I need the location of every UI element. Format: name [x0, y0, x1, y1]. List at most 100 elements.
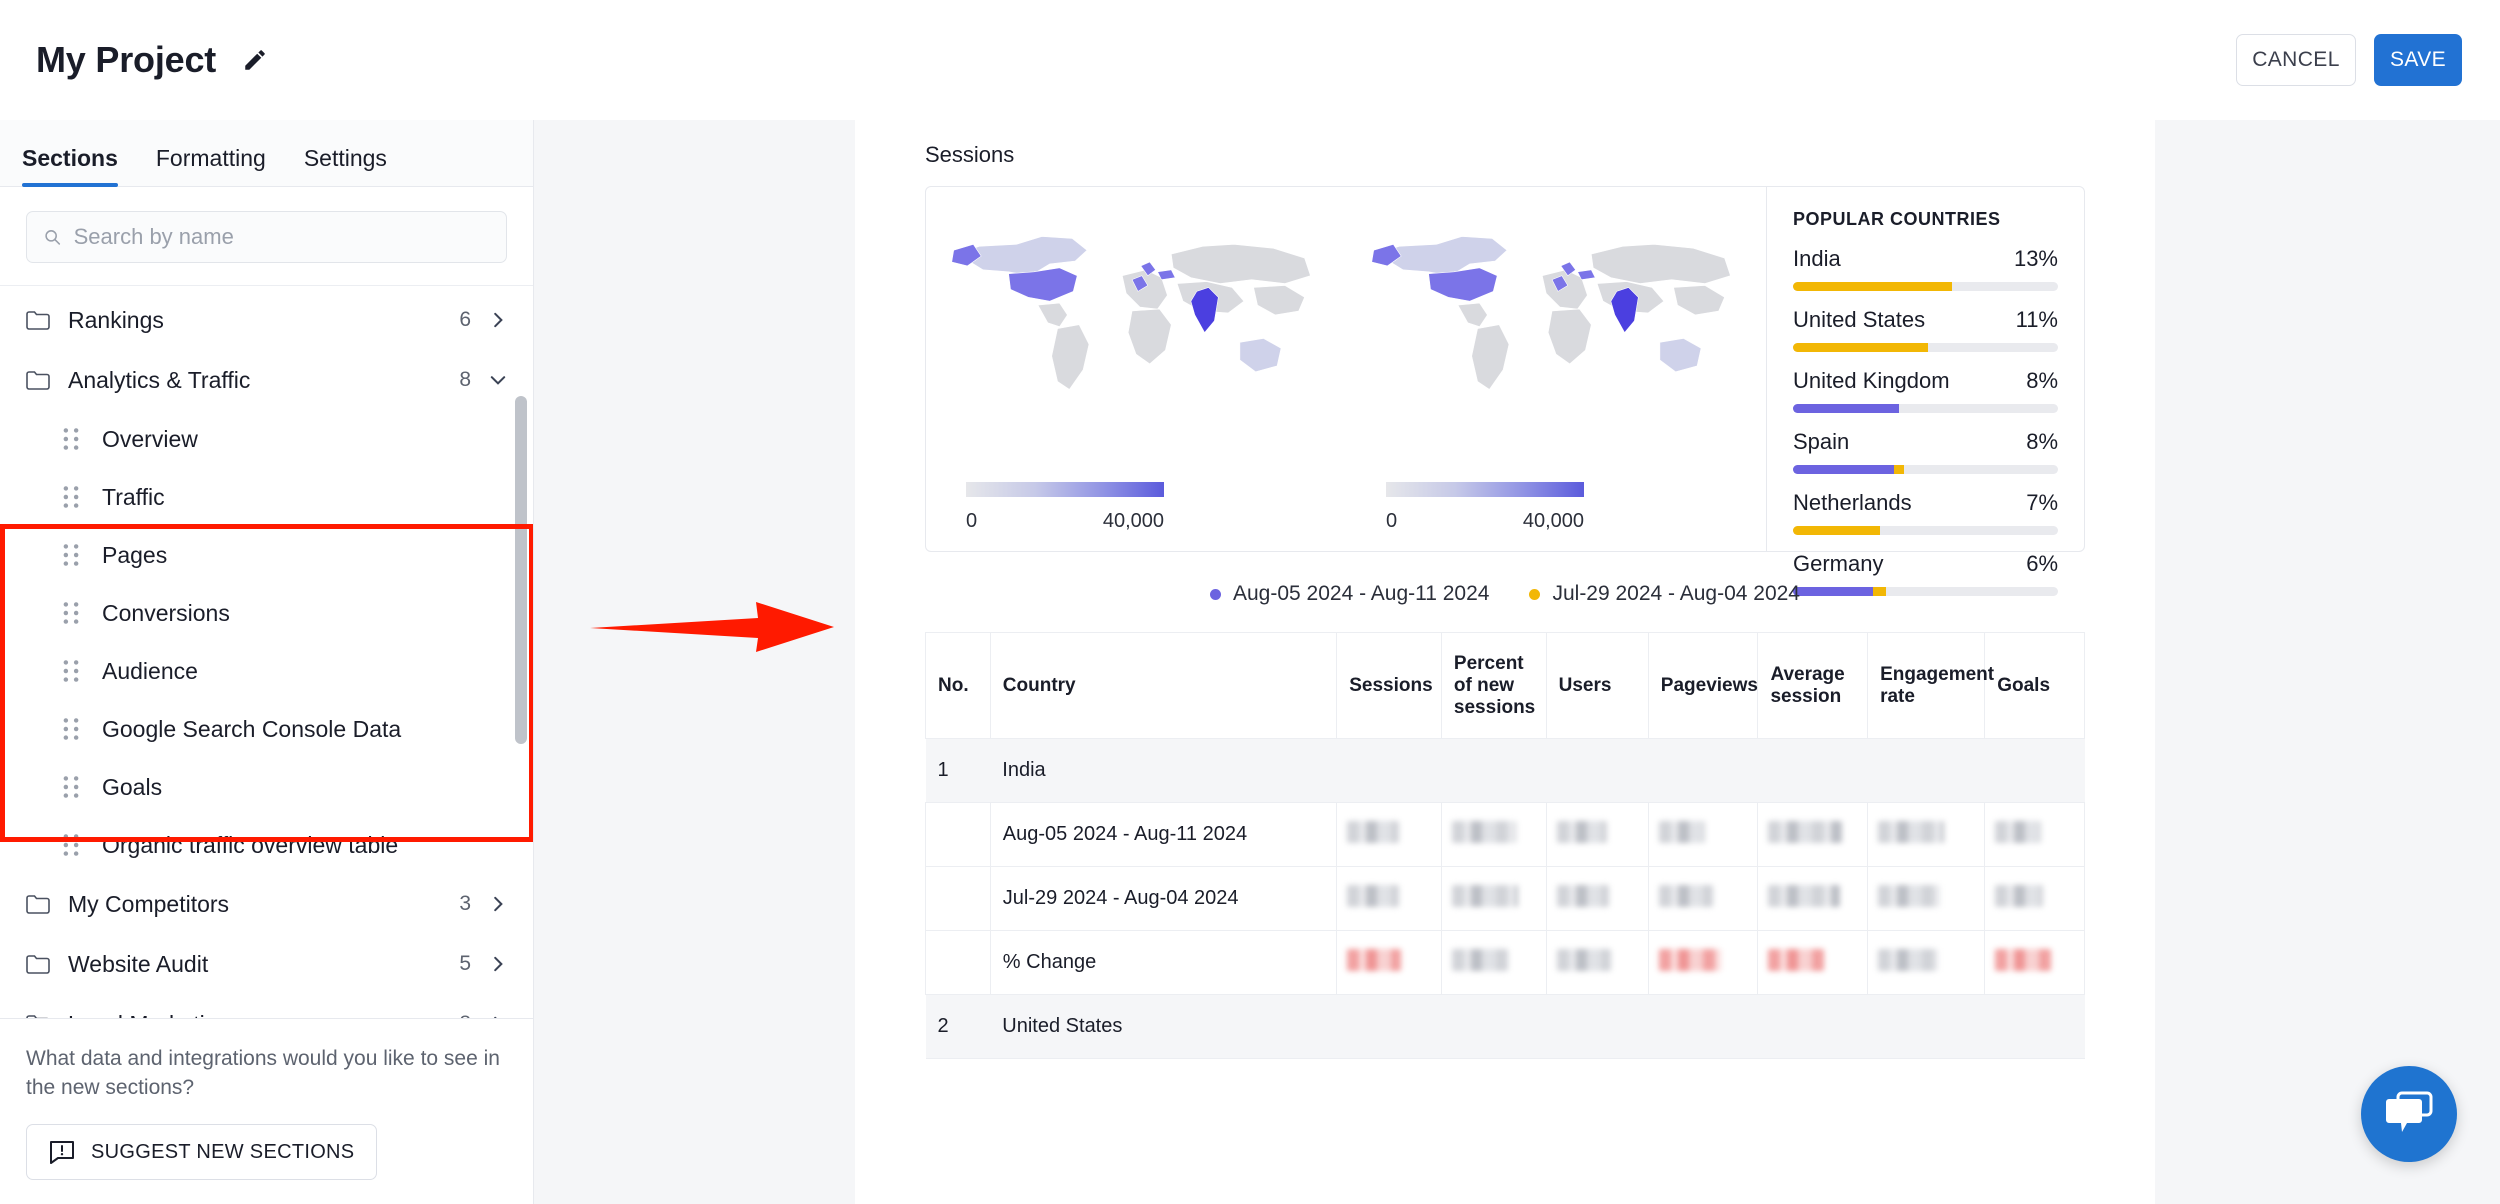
sidebar-item-pages[interactable]: Pages [0, 526, 533, 584]
search-icon [45, 230, 61, 245]
world-maps-container: 0 40,000 0 40,000 [926, 187, 1766, 551]
sidebar-item-audience[interactable]: Audience [0, 642, 533, 700]
sidebar-scrollbar[interactable] [515, 396, 527, 744]
search-box[interactable] [26, 211, 507, 263]
chevron-right-icon [494, 896, 503, 912]
sidebar-folder-website-audit[interactable]: Website Audit 5 [0, 934, 533, 994]
row-spacer [925, 802, 991, 867]
sidebar-folder-label: Website Audit [68, 950, 209, 977]
chat-bubble-icon [2386, 1091, 2433, 1132]
cell-sessions [1336, 930, 1442, 995]
sidebar-folder-count: 3 [459, 892, 471, 915]
country-bar [1793, 465, 2058, 474]
cell-percent-new-sessions [1440, 930, 1547, 995]
country-percent: 8% [2026, 429, 2058, 454]
cell-average-session [1757, 930, 1869, 995]
legend-dot [1209, 588, 1221, 600]
country-name: United Kingdom [1793, 368, 1950, 393]
group-country: United States [990, 994, 2085, 1059]
sections-tree: Rankings 6 Analytics & Traffic 8 Overvie… [0, 285, 533, 1019]
sidebar-item-google-search-console-data[interactable]: Google Search Console Data [0, 700, 533, 758]
cell-percent-new-sessions [1440, 866, 1547, 931]
bar-segment-yellow [1893, 465, 1905, 474]
drag-handle-icon[interactable] [62, 543, 80, 567]
folder-icon [26, 955, 50, 974]
top-bar: My Project CANCEL SAVE [0, 0, 2500, 120]
column-header-country: Country [989, 632, 1338, 739]
report-canvas: Sessions 0 40,000 0 40,000 POPULAR COUNT… [855, 120, 2155, 1204]
sidebar-folder-local-marketing[interactable]: Local Marketing 8 [0, 994, 533, 1019]
table-row: % Change [925, 930, 2085, 995]
column-header-engagement-rate: Engagement rate [1867, 632, 1994, 739]
chevron-right-icon [494, 1016, 498, 1019]
world-map-icon [1371, 236, 1731, 390]
country-row: United Kingdom 8% [1793, 368, 2058, 413]
cell-pageviews [1647, 866, 1759, 931]
country-bar [1793, 404, 2058, 413]
sidebar-item-label: Goals [102, 773, 163, 800]
sidebar-folder-analytics-traffic[interactable]: Analytics & Traffic 8 [0, 350, 533, 410]
cell-engagement-rate [1867, 930, 1986, 995]
sidebar-item-goals[interactable]: Goals [0, 758, 533, 816]
sidebar-item-traffic[interactable]: Traffic [0, 468, 533, 526]
map-legend-gradient [966, 482, 1164, 497]
drag-handle-icon[interactable] [62, 485, 80, 509]
country-name: India [1793, 246, 1841, 271]
popular-countries-title: POPULAR COUNTRIES [1793, 209, 2001, 229]
sidebar-item-overview[interactable]: Overview [0, 410, 533, 468]
cell-sessions [1336, 802, 1442, 867]
suggest-prompt: What data and integrations would you lik… [26, 1047, 500, 1099]
app-root: My Project CANCEL SAVE Sections Formatti… [0, 0, 2500, 1204]
search-input[interactable] [73, 224, 490, 250]
sidebar-folder-my-competitors[interactable]: My Competitors 3 [0, 874, 533, 934]
bar-segment-yellow [1793, 343, 1929, 352]
country-name: Germany [1793, 551, 1884, 576]
row-period-label: Jul-29 2024 - Aug-04 2024 [989, 866, 1338, 931]
tab-sections[interactable]: Sections [22, 145, 118, 187]
chat-widget-button[interactable] [2361, 1066, 2457, 1162]
folder-icon [26, 371, 50, 390]
tab-settings[interactable]: Settings [304, 145, 387, 186]
bar-segment-yellow [1793, 526, 1881, 535]
bar-segment-purple [1793, 587, 1873, 596]
cancel-button[interactable]: CANCEL [2236, 34, 2356, 86]
drag-handle-icon[interactable] [62, 717, 80, 741]
table-group-row: 1 India [925, 738, 2085, 803]
save-button[interactable]: SAVE [2374, 34, 2462, 86]
sidebar-folder-rankings[interactable]: Rankings 6 [0, 290, 533, 350]
edit-project-name-button[interactable] [238, 43, 272, 77]
drag-handle-icon[interactable] [62, 601, 80, 625]
sidebar-folder-label: Rankings [68, 306, 164, 333]
country-percent: 8% [2026, 368, 2058, 393]
drag-handle-icon[interactable] [62, 427, 80, 451]
map-legend-labels: 0 40,000 [966, 510, 1164, 533]
map-legend-min: 0 [966, 510, 978, 532]
cell-users [1545, 802, 1649, 867]
folder-icon [26, 311, 50, 330]
sections-tree-list: Rankings 6 Analytics & Traffic 8 Overvie… [0, 286, 533, 1019]
drag-handle-icon[interactable] [62, 775, 80, 799]
cell-goals [1984, 802, 2085, 867]
sessions-map-card: 0 40,000 0 40,000 POPULAR COUNTRIES Indi… [925, 186, 2085, 596]
country-percent: 6% [2026, 551, 2058, 576]
row-period-label: Aug-05 2024 - Aug-11 2024 [989, 802, 1338, 867]
sidebar-item-conversions[interactable]: Conversions [0, 584, 533, 642]
map-legend-max: 40,000 [1522, 510, 1584, 532]
cell-sessions [1336, 866, 1442, 931]
legend-item-period-1: Aug-05 2024 - Aug-11 2024 [1209, 582, 1489, 606]
bar-segment-purple [1793, 465, 1894, 474]
country-bar [1793, 343, 2058, 352]
suggest-new-sections-button[interactable]: SUGGEST NEW SECTIONS [26, 1124, 378, 1180]
sidebar-item-organic-traffic-overview-table[interactable]: Organic traffic overview table [0, 816, 533, 874]
chevron-down-icon [490, 376, 506, 385]
chevron-right-icon [494, 956, 503, 972]
country-bar [1793, 526, 2058, 535]
drag-handle-icon[interactable] [62, 659, 80, 683]
drag-handle-icon[interactable] [62, 833, 80, 857]
column-header-no: No. [925, 632, 991, 739]
cell-engagement-rate [1867, 866, 1986, 931]
country-bar [1793, 587, 2058, 596]
column-header-average-session: Average session [1757, 632, 1869, 739]
tab-formatting[interactable]: Formatting [156, 145, 266, 186]
country-percent: 13% [2013, 246, 2058, 271]
